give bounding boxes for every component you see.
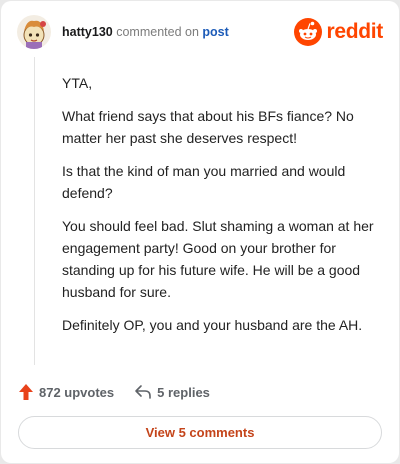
brand-wordmark: reddit xyxy=(326,20,383,43)
avatar-image xyxy=(17,15,51,49)
comment-header: hatty130 commented on post reddit xyxy=(17,15,383,51)
comment-paragraph: You should feel bad. Slut shaming a woma… xyxy=(62,218,374,300)
comment-card: hatty130 commented on post reddit YTA, W… xyxy=(1,1,399,463)
replies-count: 5 replies xyxy=(157,384,210,400)
reddit-snoo-icon xyxy=(294,18,323,46)
upvote-button[interactable]: 872 upvotes xyxy=(18,383,114,401)
reddit-logo[interactable]: reddit xyxy=(294,18,383,46)
comment-paragraph: Definitely OP, you and your husband are … xyxy=(62,317,363,333)
comment-paragraph: YTA, xyxy=(62,75,93,91)
comment-paragraph: What friend says that about his BFs fian… xyxy=(62,108,354,146)
view-comments-button[interactable]: View 5 comments xyxy=(18,416,382,449)
replies-button[interactable]: 5 replies xyxy=(134,384,210,400)
comment-paragraph: Is that the kind of man you married and … xyxy=(62,163,346,201)
user-avatar[interactable] xyxy=(17,15,51,49)
upvote-count: 872 upvotes xyxy=(39,384,115,400)
comment-byline: hatty130 commented on post xyxy=(62,25,229,39)
reply-arrow-icon xyxy=(135,385,151,399)
comment-actions: 872 upvotes 5 replies xyxy=(18,382,210,402)
thread-line[interactable] xyxy=(34,57,35,365)
username[interactable]: hatty130 xyxy=(62,25,113,39)
post-link[interactable]: post xyxy=(202,25,228,39)
action-text: commented on xyxy=(116,25,199,39)
upvote-arrow-icon xyxy=(19,384,33,400)
comment-body: YTA, What friend says that about his BFs… xyxy=(62,72,382,347)
